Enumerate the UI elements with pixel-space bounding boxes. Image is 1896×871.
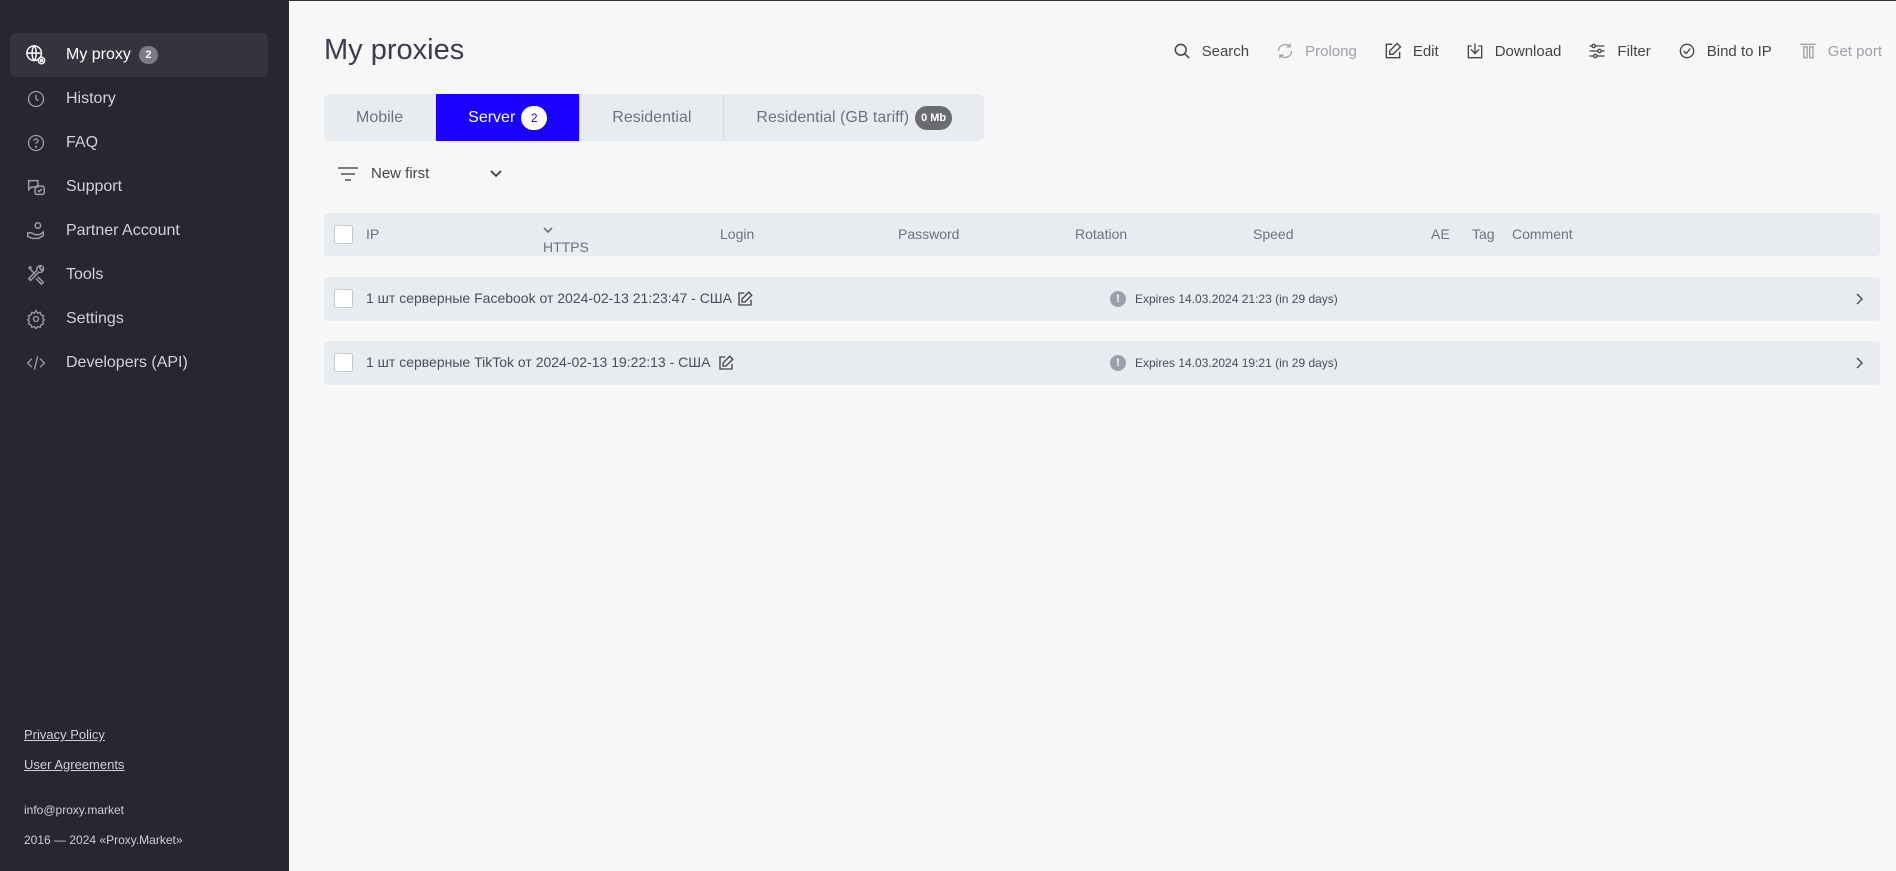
toolbar: Search Prolong Edit Download Filter Bind… (1172, 41, 1882, 61)
column-speed: Speed (1253, 226, 1294, 242)
sidebar-item-tools[interactable]: Tools (10, 253, 268, 297)
column-login: Login (720, 226, 755, 242)
link-check-icon (1679, 43, 1695, 59)
chevron-down-icon (490, 169, 502, 177)
sidebar-item-label: FAQ (66, 134, 99, 151)
column-ae: AE (1431, 226, 1450, 242)
download-icon (1467, 43, 1483, 59)
column-protocol-label: HTTPS (543, 239, 589, 255)
sidebar-item-my-proxy[interactable]: My proxy 2 (10, 33, 268, 77)
search-icon (1174, 43, 1190, 59)
row-checkbox[interactable] (334, 353, 353, 372)
sidebar-item-support[interactable]: Support (10, 165, 268, 209)
traffic-badge: 0 Mb (915, 105, 953, 130)
server-count-badge: 2 (521, 105, 548, 130)
clock-icon (24, 87, 48, 111)
sidebar: My proxy 2 History FAQ Support Partner A… (0, 0, 289, 871)
code-icon (24, 351, 48, 375)
alert-icon: ! (1110, 291, 1126, 307)
table-row[interactable]: 1 шт серверные TikTok от 2024-02-13 19:2… (324, 341, 1880, 385)
sidebar-item-label: Developers (API) (66, 354, 188, 371)
expiry-text: Expires 14.03.2024 21:23 (in 29 days) (1135, 292, 1338, 306)
edit-icon[interactable] (736, 290, 754, 308)
filter-label: Filter (1617, 42, 1651, 60)
gear-icon (24, 307, 48, 331)
sidebar-item-settings[interactable]: Settings (10, 297, 268, 341)
column-ip: IP (366, 226, 380, 242)
tab-residential[interactable]: Residential (580, 94, 725, 141)
search-button[interactable]: Search (1172, 41, 1250, 61)
alert-icon: ! (1110, 355, 1126, 371)
copyright: 2016 — 2024 «Proxy.Market» (24, 833, 183, 847)
hand-coin-icon (24, 219, 48, 243)
sidebar-item-label: My proxy (66, 46, 131, 63)
prolong-button[interactable]: Prolong (1275, 41, 1357, 61)
chevron-down-icon (543, 227, 553, 234)
search-label: Search (1201, 42, 1250, 60)
sort-dropdown[interactable]: New first (337, 165, 503, 182)
sidebar-item-label: Partner Account (66, 222, 180, 239)
get-port-button[interactable]: Get port (1798, 41, 1882, 61)
get-port-label: Get port (1827, 42, 1882, 60)
tab-label: Mobile (356, 108, 404, 126)
sidebar-item-faq[interactable]: FAQ (10, 121, 268, 165)
sliders-icon (1589, 43, 1605, 59)
bind-to-ip-button[interactable]: Bind to IP (1677, 41, 1772, 61)
select-all-checkbox[interactable] (334, 225, 353, 244)
tab-label: Server (468, 108, 516, 126)
my-proxy-count-badge: 2 (138, 46, 158, 64)
privacy-policy-link[interactable]: Privacy Policy (24, 727, 105, 742)
main-content: My proxies Search Prolong Edit Download … (289, 0, 1896, 871)
sidebar-item-partner-account[interactable]: Partner Account (10, 209, 268, 253)
globe-gear-icon (24, 43, 48, 67)
prolong-label: Prolong (1305, 42, 1357, 60)
tab-label: Residential (612, 108, 692, 126)
expiry-text: Expires 14.03.2024 19:21 (in 29 days) (1135, 356, 1338, 370)
column-comment: Comment (1512, 226, 1573, 242)
tab-residential-gb[interactable]: Residential (GB tariff) 0 Mb (724, 94, 984, 141)
column-tag: Tag (1472, 226, 1495, 242)
filter-button[interactable]: Filter (1587, 41, 1651, 61)
tab-mobile[interactable]: Mobile (324, 94, 437, 141)
download-button[interactable]: Download (1465, 41, 1562, 61)
support-email: info@proxy.market (24, 803, 124, 817)
refresh-icon (1277, 43, 1293, 59)
table-header: IP HTTPS Login Password Rotation Speed A… (324, 213, 1880, 256)
sidebar-item-label: Support (66, 178, 123, 195)
sidebar-item-label: History (66, 90, 116, 107)
sidebar-item-label: Tools (66, 266, 104, 283)
sidebar-nav: My proxy 2 History FAQ Support Partner A… (10, 33, 268, 385)
chevron-right-icon[interactable] (1852, 291, 1866, 307)
bind-to-ip-label: Bind to IP (1706, 42, 1772, 60)
sidebar-item-label: Settings (66, 310, 124, 327)
sort-label: New first (371, 165, 430, 182)
tab-label: Residential (GB tariff) (756, 108, 910, 126)
download-label: Download (1494, 42, 1562, 60)
column-protocol[interactable]: HTTPS (543, 226, 589, 255)
proxy-type-tabs: Mobile Server 2 Residential Residential … (324, 94, 985, 141)
page-title: My proxies (324, 34, 465, 66)
sort-icon (338, 166, 358, 181)
port-icon (1800, 43, 1816, 59)
table-row[interactable]: 1 шт серверные Facebook от 2024-02-13 21… (324, 277, 1880, 321)
chevron-right-icon[interactable] (1852, 355, 1866, 371)
order-name: 1 шт серверные Facebook от 2024-02-13 21… (366, 290, 732, 306)
column-rotation: Rotation (1075, 226, 1128, 242)
question-icon (24, 131, 48, 155)
order-name: 1 шт серверные TikTok от 2024-02-13 19:2… (366, 354, 711, 370)
sidebar-item-history[interactable]: History (10, 77, 268, 121)
edit-label: Edit (1412, 42, 1439, 60)
edit-icon (1385, 42, 1402, 59)
tools-icon (24, 263, 48, 287)
row-checkbox[interactable] (334, 289, 353, 308)
column-password: Password (898, 226, 960, 242)
chat-icon (24, 175, 48, 199)
edit-icon[interactable] (717, 354, 735, 372)
edit-button[interactable]: Edit (1383, 41, 1439, 61)
sidebar-item-developers-api[interactable]: Developers (API) (10, 341, 268, 385)
tab-server[interactable]: Server 2 (436, 94, 581, 141)
user-agreements-link[interactable]: User Agreements (24, 757, 124, 772)
